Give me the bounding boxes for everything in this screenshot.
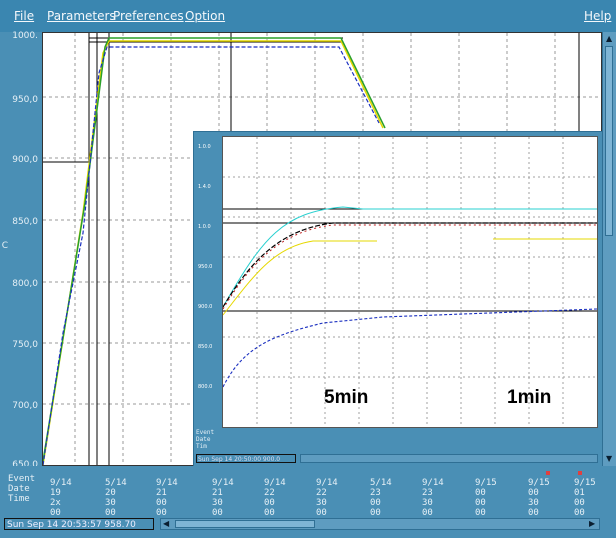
time-axis-column: 9/15 00 30 00	[528, 478, 550, 518]
scroll-up-arrow-icon[interactable]: ▲	[606, 34, 612, 44]
status-field: Sun Sep 14 20:53:57 958.70	[4, 518, 154, 530]
y-tick-label: 750,0	[12, 340, 38, 350]
inset-y-tick-label: 900.0	[198, 304, 213, 310]
y-tick-label: 950,0	[12, 95, 38, 105]
inset-y-tick-label: 850.0	[198, 344, 213, 350]
inset-horizontal-scrollbar[interactable]	[300, 454, 598, 463]
zoom-inset-window[interactable]: 1.0.0 1.4.0 1.0.0 950.0 900.0 850.0 800.…	[193, 131, 603, 467]
menu-help[interactable]: Help	[584, 9, 611, 23]
menu-parameters[interactable]: Parameters	[47, 9, 116, 23]
unit-mark: C	[1, 241, 8, 251]
vertical-scroll-thumb[interactable]	[605, 46, 613, 236]
label-1min: 1min	[507, 387, 552, 408]
inset-series-black-line	[222, 222, 597, 308]
time-axis-row-labels: Event Date Time	[8, 474, 36, 504]
inset-status-field: Sun Sep 14 20:50:00 900.0	[196, 454, 296, 463]
menu-file[interactable]: File	[14, 9, 34, 23]
menu-preferences[interactable]: Preferences	[113, 9, 184, 23]
inset-plot-svg	[222, 137, 598, 427]
vertical-scrollbar[interactable]: ▲ ▼	[602, 32, 616, 466]
inset-y-tick-label: 1.0.0	[198, 224, 211, 230]
y-tick-label: 1000.	[12, 31, 38, 41]
time-axis-column: 9/14 22 00 00	[264, 478, 286, 518]
y-tick-label: 700,0	[12, 401, 38, 411]
inset-y-tick-label: 1.4.0	[198, 184, 211, 190]
inset-series-yellow-line	[222, 240, 377, 316]
time-axis-column: 9/14 21 30 00	[212, 478, 234, 518]
time-axis-column: 9/14 19 2x 00	[50, 478, 72, 518]
menu-bar: File Parameters Preferences Option Help	[0, 0, 616, 32]
inset-trend-plot[interactable]	[222, 136, 598, 428]
inset-series-red-line	[222, 224, 597, 310]
inset-y-tick-label: 1.0.0	[198, 144, 211, 150]
scroll-down-arrow-icon[interactable]: ▼	[606, 454, 612, 464]
y-tick-label: 850,0	[12, 217, 38, 227]
time-axis-column: 5/14 20 30 00	[105, 478, 127, 518]
y-tick-label: 900,0	[12, 155, 38, 165]
inset-reference-lines	[223, 208, 597, 312]
inset-y-tick-label: 800.0	[198, 384, 213, 390]
event-marker	[578, 471, 582, 475]
horizontal-scrollbar[interactable]: ◀ ▶	[160, 518, 600, 530]
time-axis-column: 5/14 23 00 00	[370, 478, 392, 518]
inset-series-blue-line	[222, 308, 598, 388]
event-marker	[546, 471, 550, 475]
menu-option[interactable]: Option	[185, 9, 225, 23]
time-axis-column: 9/14 21 00 00	[156, 478, 178, 518]
time-axis-column: 9/14 22 30 00	[316, 478, 338, 518]
inset-row-labels: Event Date Tim	[196, 429, 215, 450]
horizontal-scroll-thumb[interactable]	[175, 520, 315, 528]
scroll-left-arrow-icon[interactable]: ◀	[163, 519, 169, 529]
scroll-right-arrow-icon[interactable]: ▶	[589, 519, 595, 529]
inset-y-tick-label: 950.0	[198, 264, 213, 270]
time-axis-column: 9/15 00 00 00	[475, 478, 497, 518]
y-tick-label: 800,0	[12, 279, 38, 289]
time-axis-column: 9/14 23 30 00	[422, 478, 444, 518]
inset-grid	[223, 137, 597, 427]
label-5min: 5min	[324, 387, 369, 408]
time-axis-column: 9/15 01 00 00	[574, 478, 596, 518]
